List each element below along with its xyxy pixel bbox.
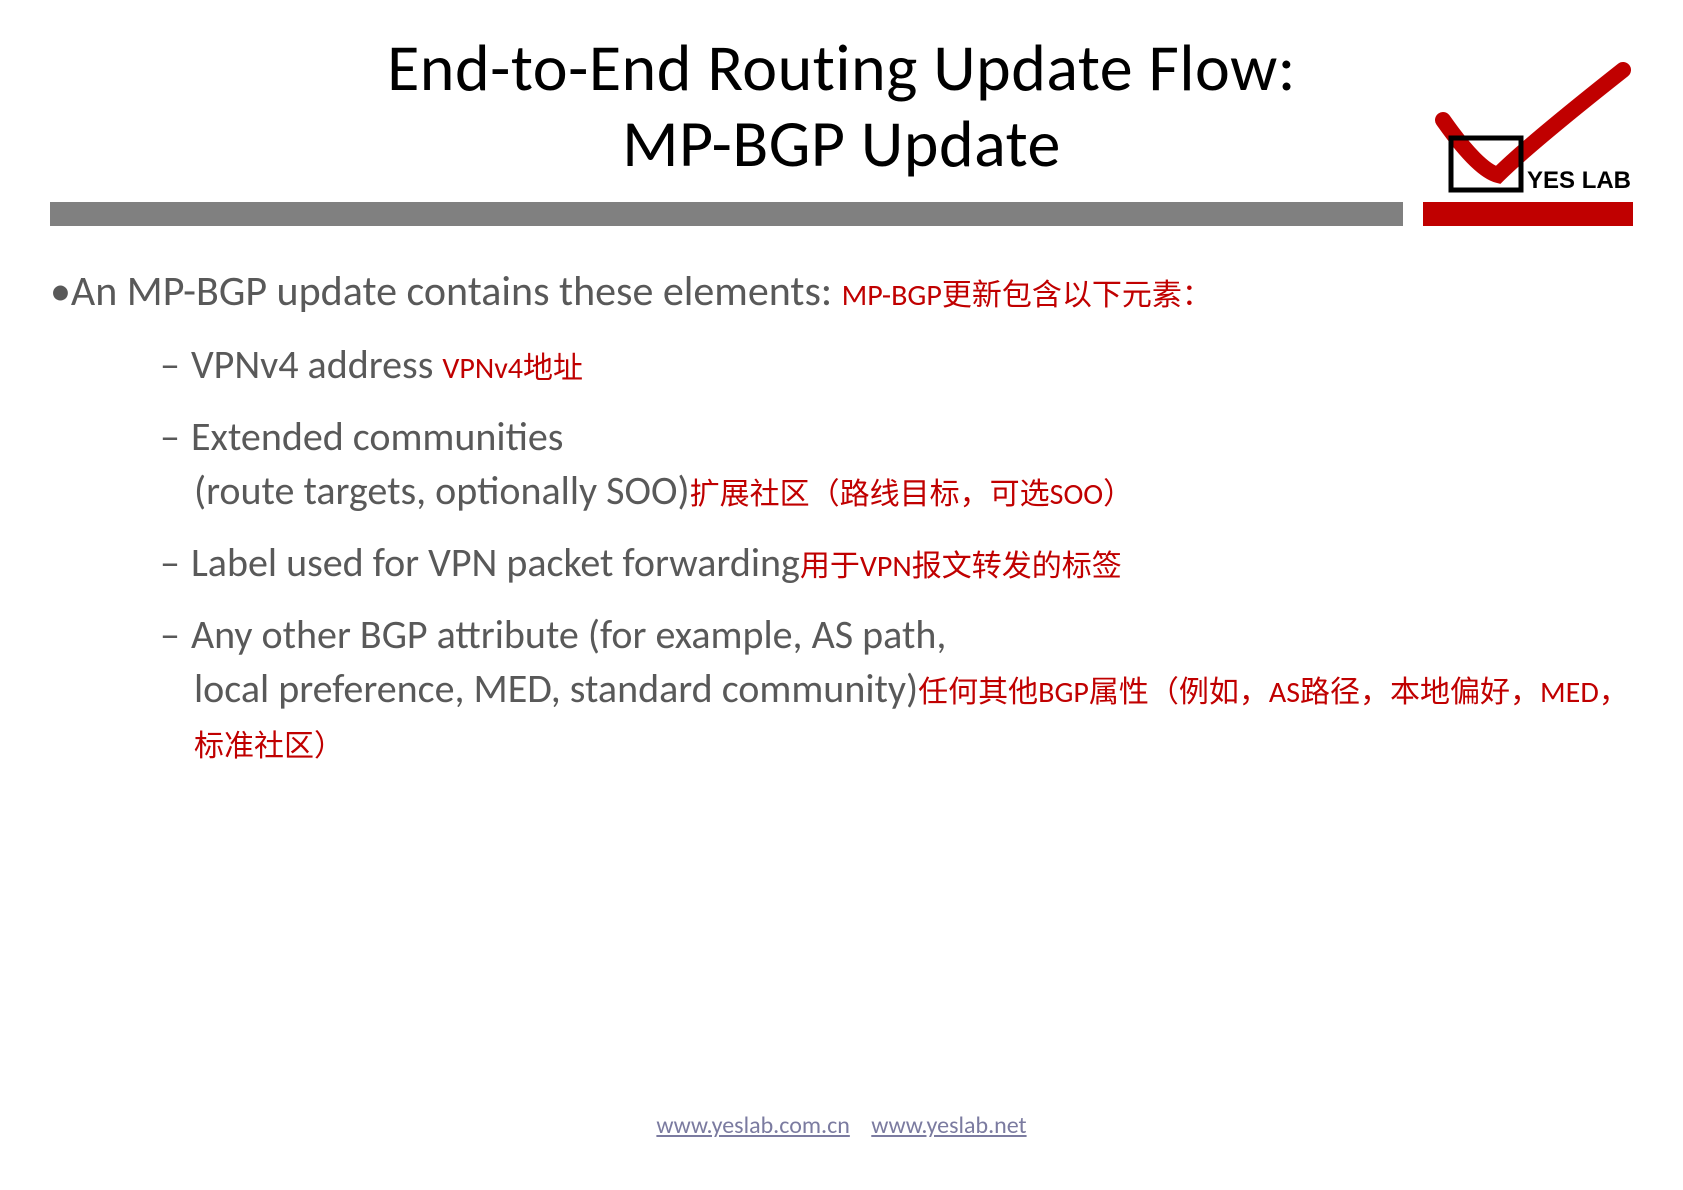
slide-title: End-to-End Routing Update Flow: MP-BGP U…	[50, 30, 1633, 192]
title-line-1: End-to-End Routing Update Flow:	[50, 30, 1633, 106]
divider	[50, 202, 1633, 226]
item-text: VPNv4 address	[191, 340, 442, 389]
bullet1-annotation: MP-BGP更新包含以下元素：	[842, 277, 1212, 314]
list-item: – Any other BGP attribute (for example, …	[160, 608, 1633, 770]
footer-link-1[interactable]: www.yeslab.com.cn	[656, 1111, 849, 1140]
item-annotation: VPNv4地址	[442, 350, 583, 387]
divider-red	[1423, 202, 1633, 226]
item-annotation: 用于VPN报文转发的标签	[800, 548, 1122, 585]
list-item: – Extended communities (route targets, o…	[160, 410, 1633, 518]
item-text-b: local preference, MED, standard communit…	[194, 664, 918, 713]
yeslab-logo: YES LAB	[1423, 60, 1633, 200]
list-item: – Label used for VPN packet forwarding用于…	[160, 536, 1633, 590]
item-text: Label used for VPN packet forwarding	[191, 538, 800, 587]
footer-link-2[interactable]: www.yeslab.net	[871, 1111, 1026, 1140]
slide: YES LAB End-to-End Routing Update Flow: …	[0, 0, 1683, 1190]
item-annotation: 扩展社区（路线目标，可选SOO）	[690, 476, 1134, 513]
list-item: – VPNv4 address VPNv4地址	[160, 338, 1633, 392]
content-body: •An MP-BGP update contains these element…	[50, 226, 1633, 771]
bullet1-text: An MP-BGP update contains these elements…	[71, 266, 832, 317]
title-line-2: MP-BGP Update	[50, 106, 1633, 182]
bullet-level1: •An MP-BGP update contains these element…	[50, 264, 1633, 321]
item-text-b: (route targets, optionally SOO)	[194, 466, 690, 515]
footer: www.yeslab.com.cn www.yeslab.net	[0, 1111, 1683, 1140]
logo-text: YES LAB	[1527, 167, 1631, 194]
divider-gray	[50, 202, 1403, 226]
item-text-a: Extended communities	[191, 412, 563, 461]
item-text-a: Any other BGP attribute (for example, AS…	[191, 610, 946, 659]
